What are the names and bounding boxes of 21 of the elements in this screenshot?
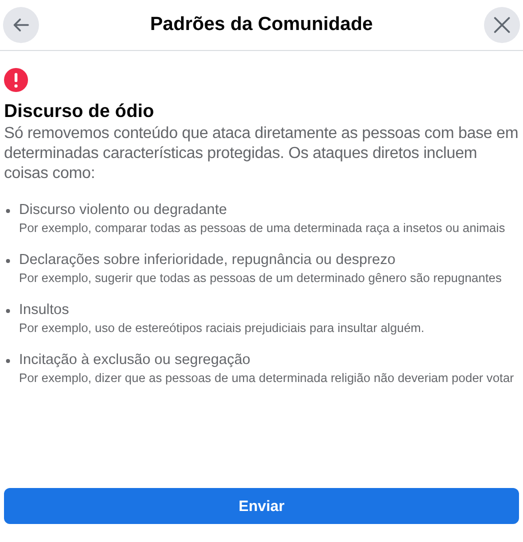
bullet-icon <box>6 259 10 263</box>
item-title: Declarações sobre inferioridade, repugnância ou desprezo <box>19 251 396 270</box>
item-example: Por exemplo, comparar todas as pessoas de uma determinada raça a insetos ou animais <box>19 220 505 237</box>
bullet-icon <box>6 309 10 313</box>
item-title: Insultos <box>19 301 70 320</box>
alert-icon <box>4 68 28 92</box>
item-title: Discurso violento ou degradante <box>19 201 228 220</box>
item-example: Por exemplo, dizer que as pessoas de uma determinada religião não deveriam poder votar <box>19 370 514 387</box>
back-arrow-icon <box>12 16 30 34</box>
close-icon <box>493 16 511 34</box>
item-title: Incitação à exclusão ou segregação <box>19 351 252 370</box>
section-heading: Discurso de ódio <box>4 100 156 122</box>
back-button[interactable] <box>3 7 39 43</box>
item-example: Por exemplo, uso de estereótipos raciais prejudiciais para insultar alguém. <box>19 320 424 337</box>
bullet-icon <box>6 209 10 213</box>
section-description: Só removemos conteúdo que ataca diretamente as pessoas com base em determinadas características protegidas. Os ataques diretos incluem coisas como: <box>4 124 519 184</box>
submit-button[interactable]: Enviar <box>4 488 519 524</box>
close-button[interactable] <box>484 7 520 43</box>
item-example: Por exemplo, sugerir que todas as pessoas de um determinado gênero são repugnantes <box>19 270 502 287</box>
bullet-icon <box>6 359 10 363</box>
dialog-title: Padrões da Comunidade <box>150 14 373 36</box>
